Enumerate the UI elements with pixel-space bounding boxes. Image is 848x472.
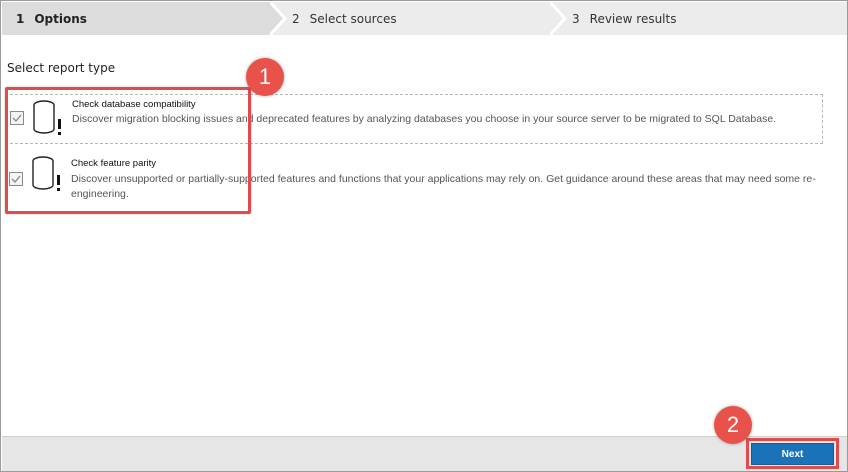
callout-badge-1: 1 xyxy=(246,58,284,96)
step-number: 3 xyxy=(572,11,580,26)
options-highlight-annotation xyxy=(5,87,251,214)
section-title: Select report type xyxy=(7,61,116,75)
step-number: 2 xyxy=(292,11,300,26)
wizard-window: 1 Options 2 Select sources 3 Review resu… xyxy=(0,0,848,472)
step-label: Review results xyxy=(589,11,677,26)
callout-badge-2: 2 xyxy=(714,406,752,444)
step-separator xyxy=(270,2,288,35)
step-review-results[interactable]: 3 Review results xyxy=(572,2,676,35)
step-label: Options xyxy=(34,11,87,26)
step-options[interactable]: 1 Options xyxy=(2,2,284,35)
step-separator xyxy=(550,2,568,35)
step-select-sources[interactable]: 2 Select sources xyxy=(292,2,397,35)
next-button[interactable]: Next xyxy=(751,443,834,465)
wizard-steps-bar: 1 Options 2 Select sources 3 Review resu… xyxy=(2,2,847,35)
step-number: 1 xyxy=(16,11,25,26)
wizard-footer xyxy=(2,436,847,471)
step-label: Select sources xyxy=(309,11,397,26)
